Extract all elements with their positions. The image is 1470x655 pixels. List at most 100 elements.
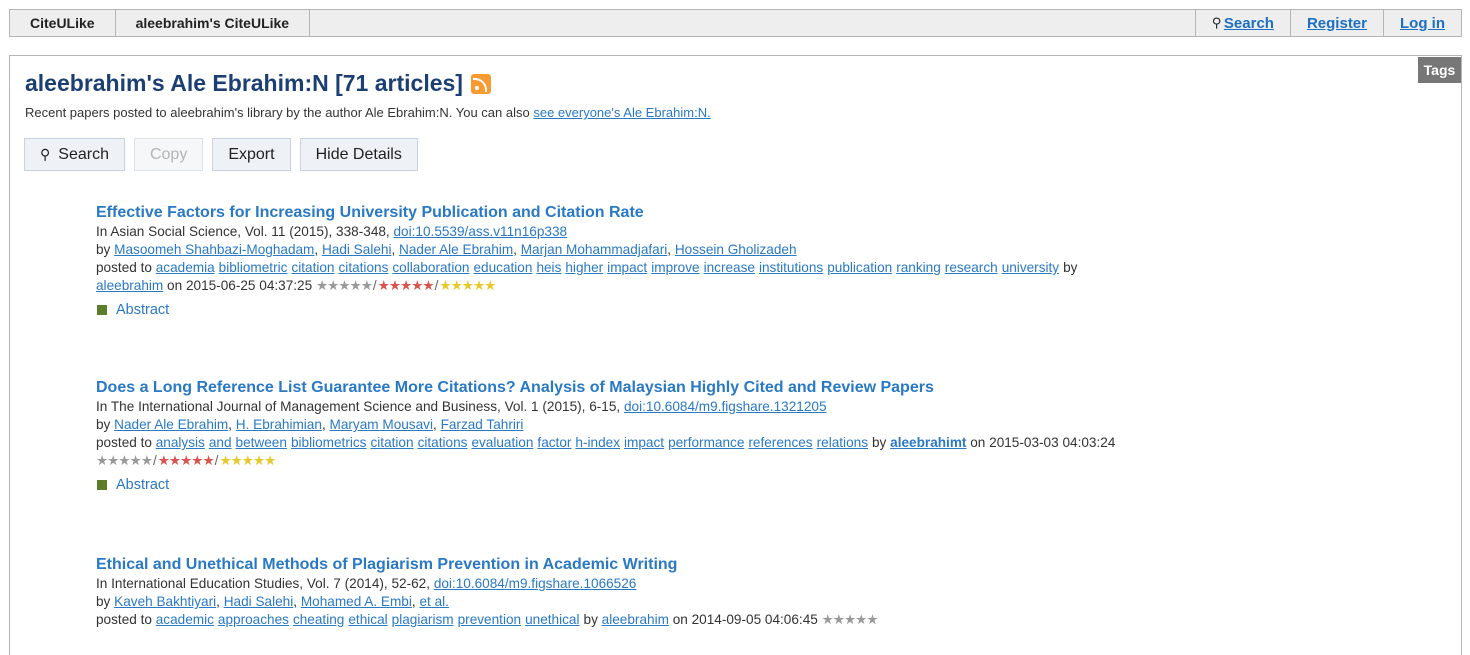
author-link[interactable]: Mohamed A. Embi xyxy=(301,594,412,609)
doi-link[interactable]: doi:10.6084/m9.figshare.1066526 xyxy=(434,576,637,591)
author-link[interactable]: Hadi Salehi xyxy=(322,242,392,257)
tag-link[interactable]: education xyxy=(473,260,532,275)
rating-separator: / xyxy=(152,453,157,468)
tab-user-citeulike[interactable]: aleebrahim's CiteULike xyxy=(116,10,311,36)
tab-citeulike[interactable]: CiteULike xyxy=(10,10,116,36)
search-icon: ⚲ xyxy=(40,146,51,162)
register-nav-item[interactable]: Register xyxy=(1289,10,1383,36)
tag-link[interactable]: citations xyxy=(339,260,389,275)
rating-separator: / xyxy=(372,278,377,293)
tag-link[interactable]: collaboration xyxy=(392,260,469,275)
article-title[interactable]: Effective Factors for Increasing Univers… xyxy=(96,203,1446,223)
tag-link[interactable]: academia xyxy=(156,260,215,275)
tag-link[interactable]: evaluation xyxy=(471,435,533,450)
doi-link[interactable]: doi:10.5539/ass.v11n16p338 xyxy=(394,224,568,239)
search-button[interactable]: ⚲ Search xyxy=(24,138,125,171)
by-text: by xyxy=(96,242,115,257)
doi-link[interactable]: doi:10.6084/m9.figshare.1321205 xyxy=(624,399,827,414)
tag-link[interactable]: prevention xyxy=(458,612,521,627)
article-title[interactable]: Ethical and Unethical Methods of Plagiar… xyxy=(96,555,1446,575)
login-link[interactable]: Log in xyxy=(1400,15,1445,32)
source-text: In The International Journal of Manageme… xyxy=(96,399,624,414)
tag-link[interactable]: higher xyxy=(565,260,603,275)
article-source: In International Education Studies, Vol.… xyxy=(96,575,1446,593)
rating-stars-red: ★★★★★ xyxy=(157,453,215,468)
by-user-prefix: by xyxy=(583,612,598,627)
rating-stars-grey: ★★★★★ xyxy=(821,612,879,627)
tag-link[interactable]: citation xyxy=(291,260,334,275)
tag-link[interactable]: citations xyxy=(418,435,468,450)
by-user-prefix: by xyxy=(872,435,887,450)
author-link[interactable]: Marjan Mohammadjafari xyxy=(521,242,668,257)
user-link[interactable]: aleebrahimt xyxy=(890,435,966,450)
tag-link[interactable]: relations xyxy=(817,435,868,450)
tag-link[interactable]: cheating xyxy=(293,612,344,627)
tag-link[interactable]: ethical xyxy=(348,612,387,627)
rating-stars-red: ★★★★★ xyxy=(377,278,435,293)
tags-tab[interactable]: Tags xyxy=(1418,57,1461,83)
author-link[interactable]: et al. xyxy=(419,594,448,609)
author-link[interactable]: Hadi Salehi xyxy=(224,594,294,609)
tag-link[interactable]: increase xyxy=(704,260,755,275)
copy-button[interactable]: Copy xyxy=(133,138,204,171)
author-link[interactable]: Kaveh Bakhtiyari xyxy=(114,594,216,609)
hide-details-button[interactable]: Hide Details xyxy=(299,138,418,171)
tag-link[interactable]: performance xyxy=(668,435,744,450)
toolbar: ⚲ Search Copy Export Hide Details xyxy=(24,138,418,171)
page-title-text: aleebrahim's Ale Ebrahim:N [71 articles] xyxy=(25,70,463,96)
search-link[interactable]: Search xyxy=(1224,15,1274,32)
tag-link[interactable]: university xyxy=(1002,260,1059,275)
tag-link[interactable]: improve xyxy=(651,260,699,275)
tag-link[interactable]: references xyxy=(748,435,812,450)
tag-link[interactable]: academic xyxy=(156,612,214,627)
rating-stars[interactable]: ★★★★★/★★★★★/★★★★★ xyxy=(316,278,496,293)
rss-feed-icon[interactable] xyxy=(470,73,491,94)
tag-link[interactable]: publication xyxy=(827,260,892,275)
search-nav-item[interactable]: ⚲ Search xyxy=(1195,10,1290,36)
rating-stars[interactable]: ★★★★★ xyxy=(821,612,879,627)
tag-link[interactable]: institutions xyxy=(759,260,823,275)
tag-link[interactable]: research xyxy=(945,260,998,275)
user-link[interactable]: aleebrahim xyxy=(96,278,163,293)
article-item: Does a Long Reference List Guarantee Mor… xyxy=(96,378,1446,493)
tag-link[interactable]: analysis xyxy=(156,435,205,450)
login-nav-item[interactable]: Log in xyxy=(1383,10,1461,36)
tag-link[interactable]: ranking xyxy=(896,260,941,275)
rating-stars[interactable]: ★★★★★/★★★★★/★★★★★ xyxy=(96,453,276,468)
library-panel: Tags aleebrahim's Ale Ebrahim:N [71 arti… xyxy=(9,55,1462,655)
tag-link[interactable]: bibliometric xyxy=(219,260,288,275)
author-link[interactable]: Hossein Gholizadeh xyxy=(675,242,797,257)
author-link[interactable]: Masoomeh Shahbazi-Moghadam xyxy=(114,242,314,257)
tag-link[interactable]: and xyxy=(209,435,232,450)
post-date: on 2015-06-25 04:37:25 xyxy=(167,278,313,293)
tag-link[interactable]: h-index xyxy=(575,435,620,450)
export-button[interactable]: Export xyxy=(212,138,291,171)
tag-link[interactable]: plagiarism xyxy=(392,612,454,627)
posted-to-text: posted to xyxy=(96,612,156,627)
author-link[interactable]: H. Ebrahimian xyxy=(236,417,322,432)
article-title[interactable]: Does a Long Reference List Guarantee Mor… xyxy=(96,378,1446,398)
abstract-toggle[interactable]: Abstract xyxy=(96,477,1446,493)
tag-link[interactable]: impact xyxy=(607,260,647,275)
author-link[interactable]: Nader Ale Ebrahim xyxy=(114,417,228,432)
author-link[interactable]: Nader Ale Ebrahim xyxy=(399,242,513,257)
abstract-toggle[interactable]: Abstract xyxy=(96,302,1446,318)
tag-link[interactable]: bibliometrics xyxy=(291,435,367,450)
tag-link[interactable]: impact xyxy=(624,435,664,450)
tag-link[interactable]: approaches xyxy=(218,612,289,627)
tag-link[interactable]: factor xyxy=(537,435,571,450)
rating-stars-grey: ★★★★★ xyxy=(96,453,153,468)
tag-link[interactable]: heis xyxy=(536,260,561,275)
see-everyone-link[interactable]: see everyone's Ale Ebrahim:N. xyxy=(533,105,710,120)
source-text: In Asian Social Science, Vol. 11 (2015),… xyxy=(96,224,394,239)
tag-link[interactable]: between xyxy=(236,435,287,450)
tag-link[interactable]: citation xyxy=(370,435,413,450)
subtitle-text: Recent papers posted to aleebrahim's lib… xyxy=(25,105,534,120)
article-source: In The International Journal of Manageme… xyxy=(96,398,1446,416)
author-link[interactable]: Farzad Tahriri xyxy=(441,417,524,432)
author-link[interactable]: Maryam Mousavi xyxy=(330,417,434,432)
article-tags: posted to academia bibliometric citation ci… xyxy=(96,259,1446,277)
tag-link[interactable]: unethical xyxy=(525,612,579,627)
user-link[interactable]: aleebrahim xyxy=(602,612,669,627)
register-link[interactable]: Register xyxy=(1307,15,1367,32)
